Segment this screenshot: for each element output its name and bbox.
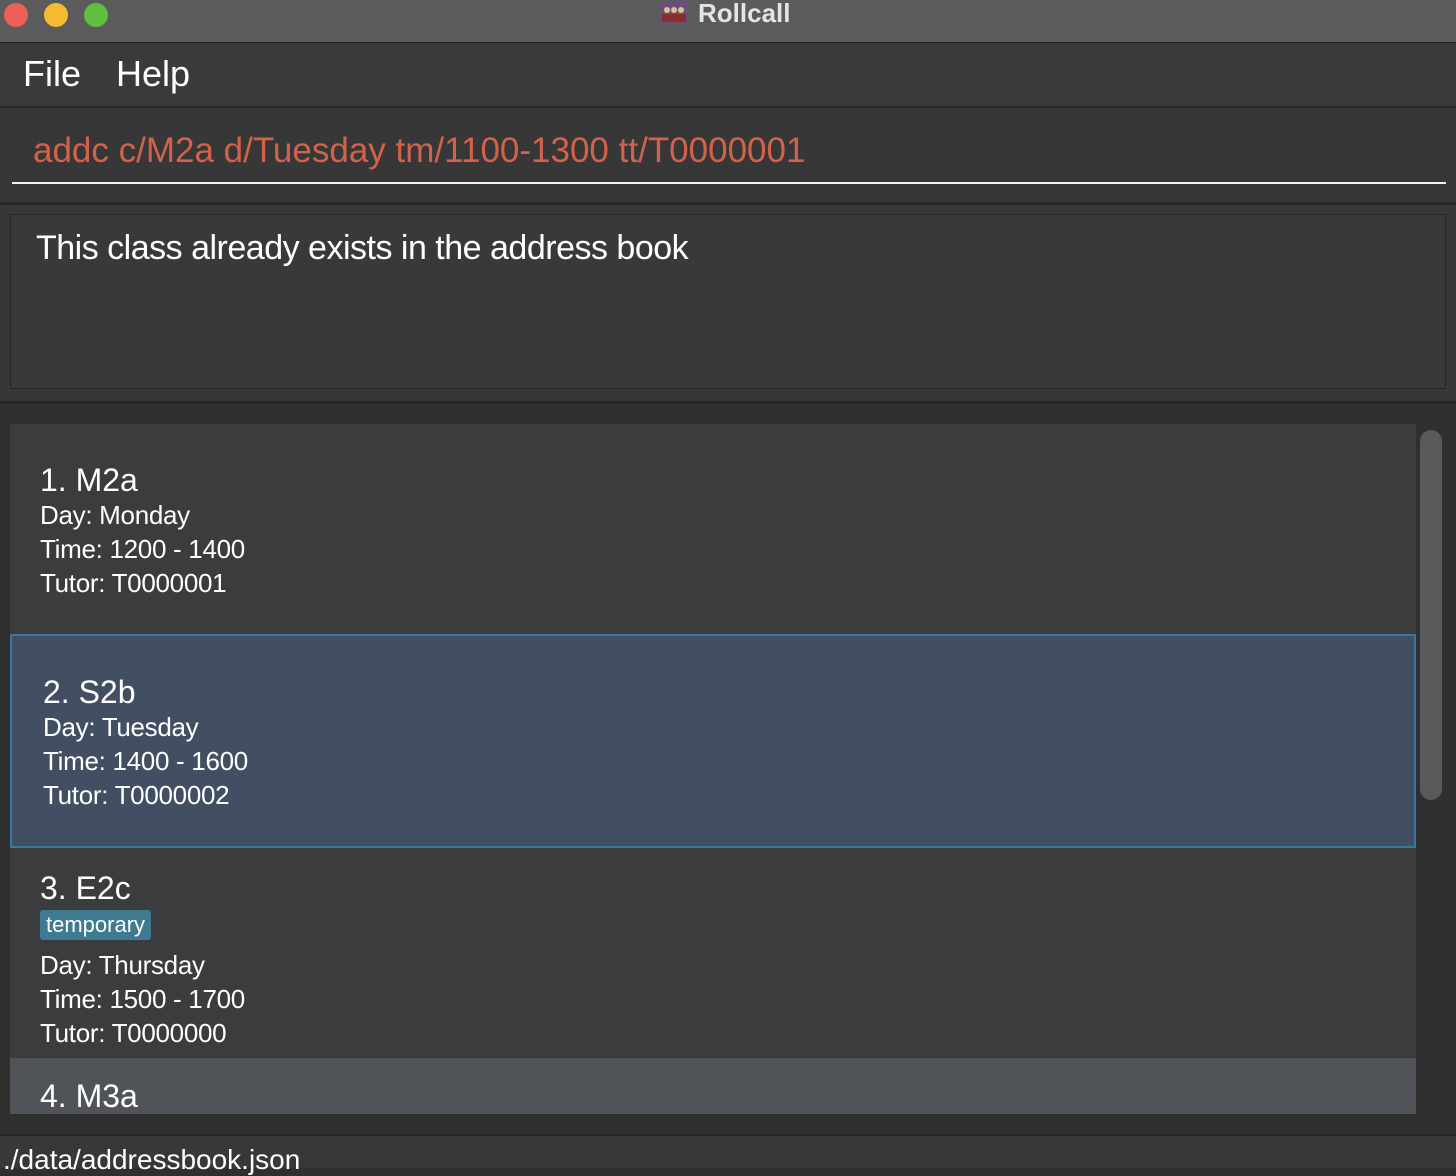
class-card[interactable]: 3. E2c temporary Day: Thursday Time: 150… (10, 848, 1416, 1058)
class-card-title: 2. S2b (43, 674, 136, 710)
window-title: Rollcall (658, 0, 790, 28)
menu-help[interactable]: Help (116, 53, 190, 95)
class-card-selected[interactable]: 2. S2b Day: Tuesday Time: 1400 - 1600 Tu… (10, 634, 1416, 848)
list-scrollbar[interactable] (1420, 430, 1442, 800)
class-tag: temporary (40, 910, 152, 940)
class-list[interactable]: 1. M2a Day: Monday Time: 1200 - 1400 Tut… (10, 424, 1416, 1114)
class-card-day: Day: Monday (40, 500, 190, 530)
class-card-time: Time: 1500 - 1700 (40, 984, 245, 1014)
close-window-button[interactable] (4, 3, 28, 27)
title-bar: Rollcall (0, 0, 1456, 43)
class-card-time: Time: 1400 - 1600 (43, 746, 248, 776)
menu-bar: File Help (0, 43, 1456, 108)
class-card-tutor: Tutor: T0000001 (40, 568, 227, 598)
menu-file[interactable]: File (23, 53, 81, 95)
class-list-panel: 1. M2a Day: Monday Time: 1200 - 1400 Tut… (0, 404, 1456, 1134)
app-logo-icon (660, 2, 688, 24)
class-card-title: 4. M3a (40, 1078, 138, 1114)
window-title-text: Rollcall (698, 0, 791, 28)
minimize-window-button[interactable] (44, 3, 68, 27)
command-box: addc c/M2a d/Tuesday tm/1100-1300 tt/T00… (0, 108, 1456, 205)
maximize-window-button[interactable] (84, 3, 108, 27)
class-card-tutor: Tutor: T0000000 (40, 1018, 227, 1048)
storage-path: ./data/addressbook.json (3, 1144, 301, 1175)
class-card-day: Day: Tuesday (43, 712, 199, 742)
command-input[interactable]: addc c/M2a d/Tuesday tm/1100-1300 tt/T00… (12, 118, 1446, 184)
status-bar: ./data/addressbook.json (0, 1134, 1456, 1175)
class-card-time: Time: 1200 - 1400 (40, 534, 245, 564)
class-card[interactable]: 1. M2a Day: Monday Time: 1200 - 1400 Tut… (10, 424, 1416, 634)
class-card-tutor: Tutor: T0000002 (43, 780, 230, 810)
result-display: This class already exists in the address… (0, 205, 1456, 404)
class-card-day: Day: Thursday (40, 950, 205, 980)
class-card[interactable]: 4. M3a (10, 1058, 1416, 1114)
class-card-title: 3. E2c (40, 870, 131, 906)
result-textarea[interactable]: This class already exists in the address… (10, 214, 1446, 389)
class-card-title: 1. M2a (40, 462, 138, 498)
result-message: This class already exists in the address… (36, 229, 689, 267)
